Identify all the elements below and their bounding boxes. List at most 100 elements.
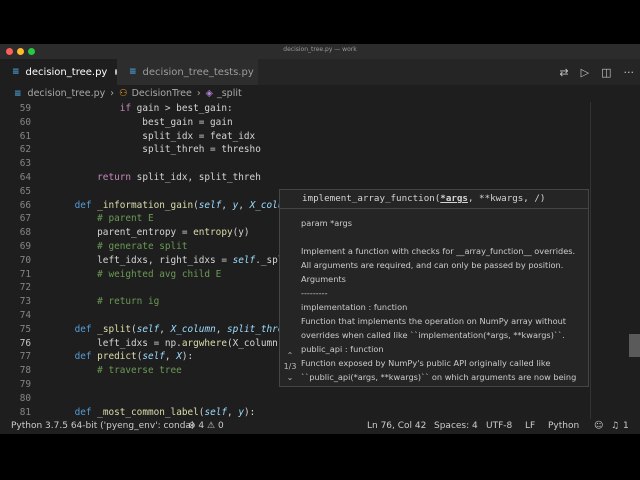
class-icon: ⚇ [119,88,128,99]
line-number: 64 [19,172,31,183]
error-icon: ⊗ [188,421,196,431]
line-number: 80 [19,392,31,404]
line-number: 60 [19,116,31,128]
notifications-bell-icon[interactable]: ♫ [611,421,619,431]
more-actions-icon[interactable]: ··· [624,66,635,79]
doc-line: checked. [301,384,580,386]
language-mode[interactable]: Python [548,421,579,431]
code-line[interactable]: 64 return split_idx, split_threh [0,171,640,185]
line-number: 74 [19,310,31,321]
doc-line: public_api : function [301,344,384,354]
tab-label: decision_tree_tests.py [142,66,254,78]
breadcrumb-method[interactable]: _split [217,88,242,99]
breadcrumb-class[interactable]: DecisionTree [132,88,192,99]
tab-bar: ≡ decision_tree.py ≡ decision_tree_tests… [0,59,640,85]
signature-suffix: , **kwargs, /) [467,193,546,204]
code-text: best_gain = gain [52,116,233,128]
run-python-icon[interactable]: ▷ [581,66,589,79]
line-number: 73 [19,296,31,308]
code-line[interactable]: 60 best_gain = gain [0,116,640,130]
previous-signature-icon[interactable]: ⌃ [282,351,298,360]
line-number: 72 [19,282,31,294]
python-file-icon: ≡ [14,88,22,99]
doc-line: param *args [301,218,352,228]
line-ending[interactable]: LF [525,421,535,431]
editor-actions: ⇄ ▷ ◫ ··· [559,59,634,85]
code-text: # traverse tree [97,365,182,377]
indentation[interactable]: Spaces: 4 [434,421,478,431]
next-signature-icon[interactable]: ⌄ [282,373,298,382]
signature-line: implement_array_function(*args, **kwargs… [280,190,588,209]
feedback-icon[interactable]: ☺ [594,421,603,431]
line-number: 65 [19,185,31,197]
doc-line: Function exposed by NumPy's public API o… [301,358,551,368]
code-line[interactable]: 63 [0,157,640,171]
doc-line: Arguments [301,274,346,284]
python-interpreter[interactable]: Python 3.7.5 64-bit ('pyeng_env': conda) [11,421,194,431]
tab-label: decision_tree.py [25,66,108,78]
line-number: 75 [19,323,31,335]
error-count: 4 [198,421,205,431]
line-number: 70 [19,254,31,266]
python-file-icon: ≡ [129,67,137,77]
code-line[interactable]: 62 split_threh = thresho [0,143,640,157]
split-editor-icon[interactable]: ◫ [601,66,611,79]
tab-decision-tree-tests[interactable]: ≡ decision_tree_tests.py [117,59,258,85]
doc-line: ``public_api(*args, **kwargs)`` on which… [301,372,577,382]
line-number: 76 [19,337,31,349]
line-number: 63 [19,158,31,170]
code-line[interactable]: 59 if gain > best_gain: [0,102,640,116]
tab-decision-tree[interactable]: ≡ decision_tree.py [0,59,117,85]
code-text: def predict(self, X): [74,351,194,363]
method-icon: ◈ [205,88,213,99]
code-line[interactable]: 81 def _most_common_label(self, y): [0,406,640,420]
code-text: # return ig [97,296,160,308]
line-number: 59 [19,103,31,114]
doc-line [301,230,580,244]
encoding[interactable]: UTF-8 [486,421,512,431]
breadcrumb: ≡ decision_tree.py › ⚇ DecisionTree › ◈ … [0,85,640,102]
doc-line: Implement a function with checks for __a… [301,246,576,256]
line-number: 77 [19,351,31,363]
line-number: 66 [19,199,31,211]
line-number: 67 [19,213,31,225]
notification-count: 1 [623,421,629,431]
code-text: if gain > best_gain: [119,103,233,114]
code-text: # generate split [97,241,188,252]
code-line[interactable]: 80 [0,392,640,406]
editor-window: decision_tree.py — work ≡ decision_tree.… [0,44,640,434]
line-number: 71 [19,268,31,280]
code-text: split_threh = thresho [52,144,261,156]
problems-indicator[interactable]: ⊗ 4 ⚠ 0 [188,421,224,431]
line-number: 79 [19,379,31,390]
code-text: # weighted avg child E [97,268,222,280]
signature-pager: 1/3 [283,362,297,371]
code-text: # parent E [97,213,154,225]
line-number: 68 [19,227,31,239]
python-file-icon: ≡ [12,67,20,77]
code-text: left_idxs = np.argwhere(X_column) [52,337,284,349]
line-number: 81 [19,406,31,418]
line-number: 78 [19,365,31,377]
code-text: split_idx = feat_idx [52,130,256,142]
cursor-position[interactable]: Ln 76, Col 42 [367,421,426,431]
signature-help-popup: implement_array_function(*args, **kwargs… [279,189,589,387]
code-text: left_idxs, right_idxs = self._spl [52,254,284,266]
chevron-right-icon: › [110,88,115,99]
chevron-right-icon: › [196,88,201,99]
breadcrumb-file[interactable]: decision_tree.py [28,88,106,99]
warning-count: 0 [217,421,224,431]
line-number: 69 [19,241,31,252]
warning-icon: ⚠ [207,421,216,431]
status-bar: Python 3.7.5 64-bit ('pyeng_env': conda)… [0,419,640,434]
doc-line: All arguments are required, and can only… [301,260,564,270]
code-line[interactable]: 61 split_idx = feat_idx [0,130,640,144]
line-number: 62 [19,144,31,156]
signature-prefix: implement_array_function( [302,193,441,204]
window-title: decision_tree.py — work [283,46,357,53]
doc-line: overrides when called like ``implementat… [301,330,565,340]
title-bar: decision_tree.py — work [0,44,640,59]
compare-changes-icon[interactable]: ⇄ [559,66,568,79]
active-parameter: *args [440,193,468,204]
code-text: def _information_gain(self, y, X_colu [74,199,284,211]
